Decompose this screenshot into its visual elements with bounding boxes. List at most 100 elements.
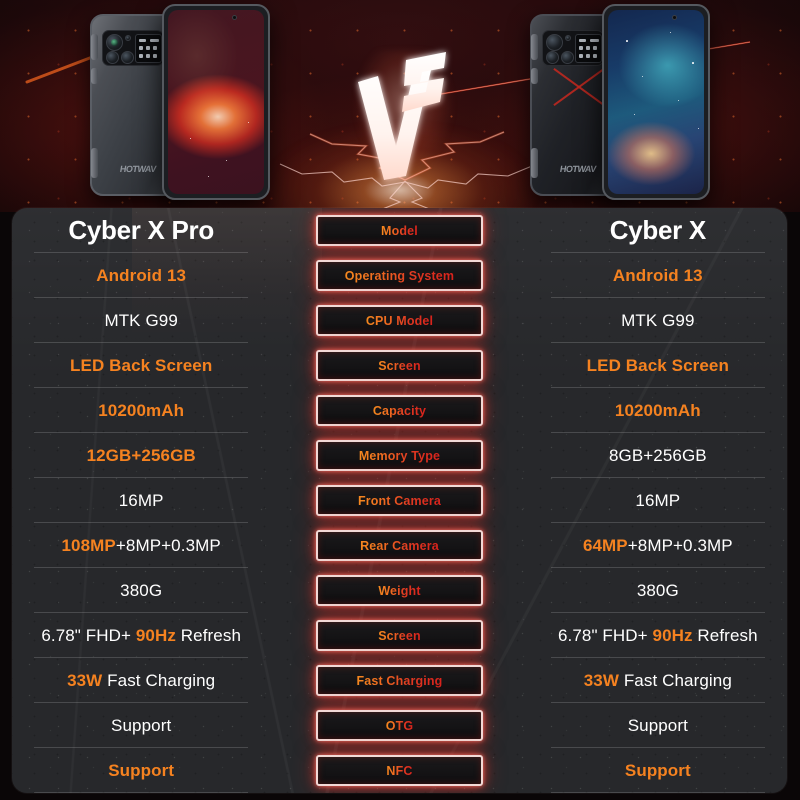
spec-label-badge[interactable]: NFC (315, 755, 483, 786)
spec-label-text: NFC (386, 763, 413, 778)
camera-flash (565, 35, 571, 41)
spec-label-badge[interactable]: Rear Camera (315, 530, 483, 561)
highlighted-spec: 33W (583, 670, 619, 690)
spec-label-row: Screen (270, 343, 528, 388)
comparison-table-panel: Cyber X Pro Android 13 MTK G99 LED Back Sc… (12, 208, 787, 793)
spec-label-text: Front Camera (357, 493, 442, 508)
table-row: LED Back Screen (34, 343, 249, 388)
table-row: Support (34, 703, 249, 748)
spec-label-text: Screen (378, 628, 421, 643)
spec-label-row: Fast Charging (270, 658, 528, 703)
spec-label-badge[interactable]: OTG (315, 710, 483, 741)
right-phone-image: HOTWAV (528, 4, 718, 204)
table-row: MTK G99 (34, 298, 249, 343)
spec-label-badge[interactable]: Screen (315, 620, 483, 651)
spec-label-text: Model (381, 223, 418, 238)
camera-lens-wide (546, 51, 559, 64)
spec-label-badge[interactable]: Front Camera (315, 485, 483, 516)
table-row: 380G (34, 568, 249, 613)
spec-label-text: Weight (378, 583, 421, 598)
left-camera-module (102, 30, 164, 66)
camera-lens-wide (106, 51, 119, 64)
spec-label-row: Front Camera (270, 478, 528, 523)
table-row: Android 13 (550, 253, 766, 298)
left-phone-brand-logo: HOTWAV (119, 164, 157, 174)
table-row: 108MP+8MP+0.3MP (34, 523, 249, 568)
table-row: 16MP (550, 478, 766, 523)
spec-label-text: Memory Type (358, 448, 441, 463)
camera-lens-macro (121, 51, 134, 64)
right-phone-front-camera (672, 15, 677, 20)
highlighted-spec: 33W (67, 670, 103, 690)
vs-logo-shape (358, 52, 446, 180)
spec-label-text: Screen (378, 358, 421, 373)
table-row: 33W Fast Charging (550, 658, 766, 703)
table-row: 33W Fast Charging (34, 658, 249, 703)
spec-label-row: Model (270, 208, 528, 253)
camera-lens-main (106, 34, 123, 51)
spec-label-column: Model Operating System CPU Model Screen Capa… (270, 208, 528, 793)
highlighted-spec: 64MP (582, 535, 628, 555)
comparison-grid: Cyber X Pro Android 13 MTK G99 LED Back Sc… (12, 208, 787, 793)
spec-label-text: Operating System (344, 268, 455, 283)
spec-label-badge[interactable]: Capacity (315, 395, 483, 426)
spec-label-text: CPU Model (365, 313, 434, 328)
table-row: 6.78" FHD+ 90Hz Refresh (34, 613, 249, 658)
camera-flash (125, 35, 131, 41)
left-product-title-row: Cyber X Pro (34, 208, 249, 253)
highlighted-spec: 90Hz (652, 625, 693, 645)
highlighted-spec: 90Hz (135, 625, 176, 645)
table-row: 8GB+256GB (550, 433, 766, 478)
table-row: Support (34, 748, 249, 793)
spec-label-badge[interactable]: Fast Charging (315, 665, 483, 696)
spec-label-row: OTG (270, 703, 528, 748)
right-phone-wallpaper (608, 10, 704, 194)
spec-label-row: CPU Model (270, 298, 528, 343)
table-row: 16MP (34, 478, 249, 523)
spec-label-row: Memory Type (270, 433, 528, 478)
left-product-column: Cyber X Pro Android 13 MTK G99 LED Back Sc… (12, 208, 270, 793)
left-product-title: Cyber X Pro (68, 215, 214, 245)
left-phone-image: HOTWAV (88, 4, 278, 204)
spec-label-badge[interactable]: Memory Type (315, 440, 483, 471)
led-back-screen (135, 34, 162, 63)
spec-label-text: Fast Charging (356, 673, 443, 688)
spec-label-badge[interactable]: Weight (315, 575, 483, 606)
spec-label-badge[interactable]: CPU Model (315, 305, 483, 336)
table-row: Support (550, 703, 766, 748)
right-product-title-row: Cyber X (550, 208, 766, 253)
left-phone-front (162, 4, 270, 200)
table-row: 10200mAh (34, 388, 249, 433)
table-row: 380G (550, 568, 766, 613)
table-row: 6.78" FHD+ 90Hz Refresh (550, 613, 766, 658)
vs-logo (344, 44, 464, 184)
spec-label-text: Capacity (372, 403, 427, 418)
spec-label-text: OTG (385, 718, 414, 733)
spec-label-row: Capacity (270, 388, 528, 433)
right-phone-brand-logo: HOTWAV (559, 164, 597, 174)
table-row: 10200mAh (550, 388, 766, 433)
spec-label-row: Operating System (270, 253, 528, 298)
right-product-column: Cyber X Android 13 MTK G99 LED Back Screen… (529, 208, 787, 793)
table-row: 12GB+256GB (34, 433, 249, 478)
comparison-infographic: HOTWAV HOTWAV Cyber X Pro Android 13 MTK… (0, 0, 800, 800)
highlighted-spec: 108MP (61, 535, 116, 555)
table-row: Android 13 (34, 253, 249, 298)
spec-label-badge[interactable]: Operating System (315, 260, 483, 291)
led-back-screen (575, 34, 602, 63)
table-row: 64MP+8MP+0.3MP (550, 523, 766, 568)
camera-lens-macro (561, 51, 574, 64)
right-product-title: Cyber X (609, 215, 706, 245)
spec-label-row: Screen (270, 613, 528, 658)
right-phone-front (602, 4, 710, 200)
spec-label-badge[interactable]: Model (315, 215, 483, 246)
spec-label-row: Rear Camera (270, 523, 528, 568)
spec-label-row: Weight (270, 568, 528, 613)
table-row: LED Back Screen (550, 343, 766, 388)
spec-label-badge[interactable]: Screen (315, 350, 483, 381)
camera-lens-main (546, 34, 563, 51)
table-row: Support (550, 748, 766, 793)
spec-label-row: NFC (270, 748, 528, 793)
table-row: MTK G99 (550, 298, 766, 343)
hero-banner: HOTWAV HOTWAV (0, 0, 800, 212)
